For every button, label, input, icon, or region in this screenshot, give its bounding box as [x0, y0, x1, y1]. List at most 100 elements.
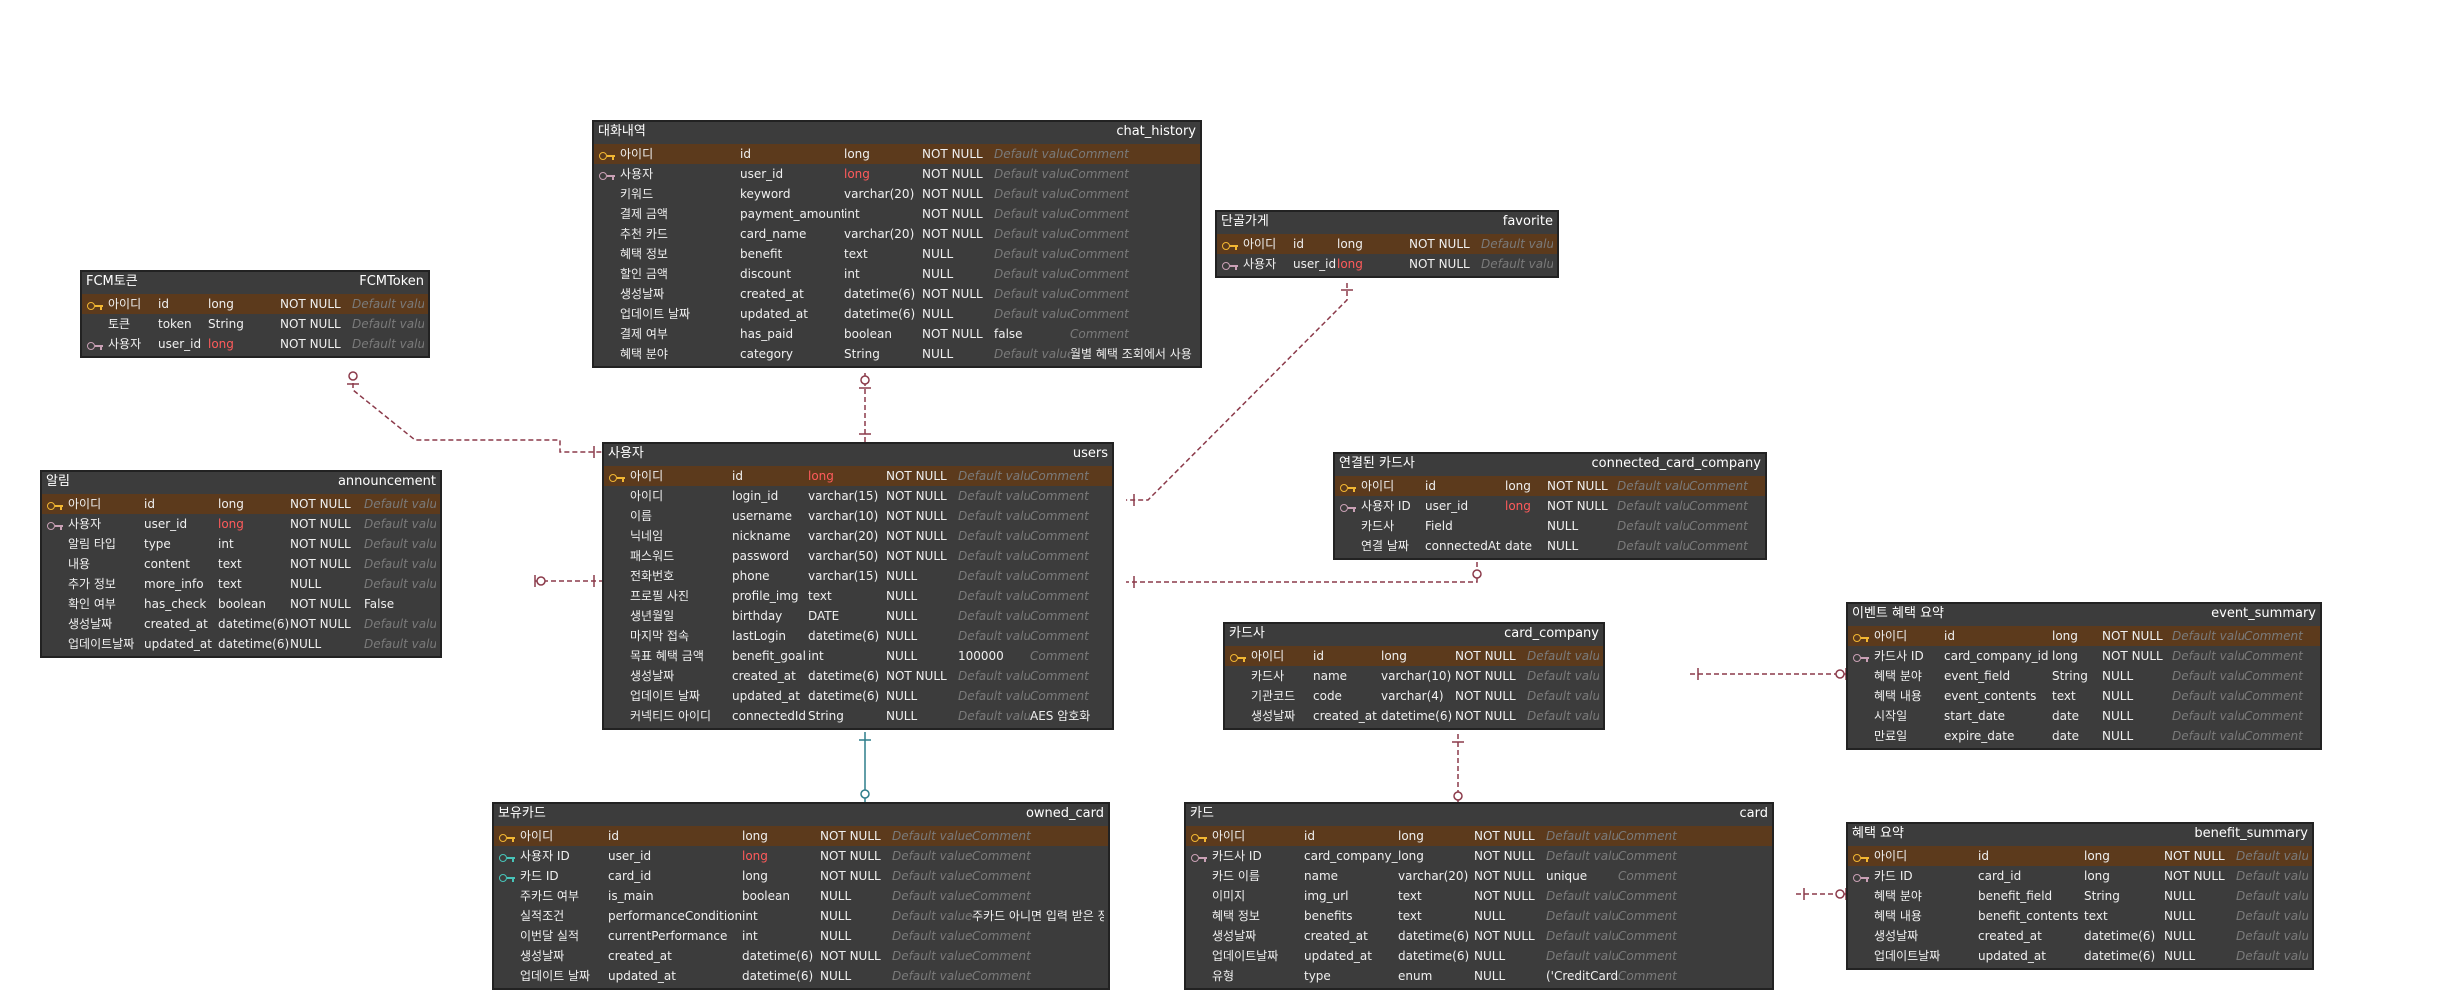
- table-row[interactable]: 사용자user_idlongNOT NULLDefault valueComme…: [42, 514, 440, 534]
- table-row[interactable]: 생성날짜 created_at datetime(6) NULL Default val…: [1848, 926, 2312, 946]
- table-row[interactable]: 확인 여부has_checkbooleanNOT NULLFalseCommen…: [42, 594, 440, 614]
- column-default: Default value: [352, 317, 424, 331]
- table-announcement[interactable]: 알림 announcement 아이디 id long NOT NULL Default v…: [40, 470, 442, 658]
- table-row[interactable]: 토큰tokenStringNOT NULLDefault valueCommen…: [82, 314, 428, 334]
- table-row[interactable]: 사용자 ID user_id long NOT NULL Default valueCo…: [494, 846, 1108, 866]
- table-row[interactable]: 업데이트 날짜 updated_at datetime(6) NULL Default …: [594, 304, 1200, 324]
- table-row[interactable]: 카드사 Field NULL Default valueComment: [1335, 516, 1765, 536]
- table-row[interactable]: 이번달 실적 currentPerformance int NULL Default v…: [494, 926, 1108, 946]
- table-row[interactable]: 카드 이름 name varchar(20) NOT NULL unique Commen…: [1186, 866, 1772, 886]
- table-row[interactable]: 커넥티드 아이디 connectedId String NULL Default val…: [604, 706, 1112, 726]
- table-row[interactable]: 생성날짜 created_at datetime(6) NOT NULL Default…: [42, 614, 440, 634]
- table-row[interactable]: 이미지 img_url text NOT NULL Default valueComme…: [1186, 886, 1772, 906]
- table-row[interactable]: 혜택 내용 event_contents text NULL Default value…: [1848, 686, 2320, 706]
- table-row[interactable]: 아이디idlongNOT NULLDefault valueComment: [1335, 476, 1765, 496]
- table-header: 보유카드 owned_card: [494, 804, 1108, 824]
- table-row[interactable]: 카드 IDcard_idlongNOT NULLDefault valueCom…: [494, 866, 1108, 886]
- table-row[interactable]: 사용자user_idlongNOT NULLDefault valueComme…: [82, 334, 428, 354]
- foreign-key-icon: [47, 522, 63, 530]
- table-row[interactable]: 실적조건 performanceCondition int NULL Default v…: [494, 906, 1108, 926]
- column-name: event_contents: [1944, 689, 2037, 703]
- table-row[interactable]: 할인 금액 discount int NULL Default value Comment: [594, 264, 1200, 284]
- table-row[interactable]: 목표 혜택 금액 benefit_goal int NULL 100000 Comment: [604, 646, 1112, 666]
- table-row[interactable]: 주카드 여부 is_main boolean NULL Default value Com…: [494, 886, 1108, 906]
- table-row[interactable]: 전화번호 phone varchar(15) NULL Default valueCom…: [604, 566, 1112, 586]
- column-nullable: NOT NULL: [2164, 869, 2225, 883]
- table-row[interactable]: 업데이트날짜 updated_at datetime(6) NULL Default v…: [1186, 946, 1772, 966]
- table-row[interactable]: 혜택 분야 event_field String NULL Default valueC…: [1848, 666, 2320, 686]
- table-row[interactable]: 기관코드codevarchar(4)NOT NULLDefault valueC…: [1225, 686, 1603, 706]
- table-row[interactable]: 생성날짜 created_at datetime(6) NOT NULL Default…: [494, 946, 1108, 966]
- table-benefit-summary[interactable]: 혜택 요약 benefit_summary 아이디 id long NOT NULL Def…: [1846, 822, 2314, 970]
- table-row[interactable]: 카드사 ID card_company_idlong NOT NULL Default…: [1186, 846, 1772, 866]
- table-row[interactable]: 결제 여부 has_paid boolean NOT NULL false Comment: [594, 324, 1200, 344]
- table-owned-card[interactable]: 보유카드 owned_card 아이디 id long NOT NULL Default v…: [492, 802, 1110, 990]
- table-row[interactable]: 아이디idlongNOT NULLDefault valueComment: [604, 466, 1112, 486]
- table-row[interactable]: 유형 type enum NULL ('CreditCard', 'DebitCard'…: [1186, 966, 1772, 986]
- column-label: 카드 ID: [520, 869, 559, 883]
- table-row[interactable]: 사용자 ID user_id long NOT NULL Default valueCo…: [1335, 496, 1765, 516]
- table-row[interactable]: 카드 IDcard_idlongNOT NULLDefault valueCom…: [1848, 866, 2312, 886]
- column-name: benefit_goal: [732, 649, 806, 663]
- table-row[interactable]: 아이디idlongNOT NULLDefault valueComment: [1186, 826, 1772, 846]
- table-row[interactable]: 혜택 정보 benefits text NULL Default valueCommen…: [1186, 906, 1772, 926]
- column-comment: Comment: [1070, 287, 1129, 301]
- table-row[interactable]: 닉네임 nickname varchar(20) NOT NULL Default va…: [604, 526, 1112, 546]
- table-chat-history[interactable]: 대화내역 chat_history 아이디 id long NOT NULL Default…: [592, 120, 1202, 368]
- table-row[interactable]: 추가 정보more_infotextNULLDefault valueComme…: [42, 574, 440, 594]
- table-row[interactable]: 키워드 keyword varchar(20) NOT NULL Default val…: [594, 184, 1200, 204]
- table-header: 혜택 요약 benefit_summary: [1848, 824, 2312, 844]
- table-row[interactable]: 생성날짜 created_at datetime(6) NOT NULL Default…: [1225, 706, 1603, 726]
- table-event-summary[interactable]: 이벤트 혜택 요약 event_summary 아이디 id long NOT NULL D…: [1846, 602, 2322, 750]
- table-row[interactable]: 만료일 expire_date date NULL Default valueComme…: [1848, 726, 2320, 746]
- table-row[interactable]: 내용contenttextNOT NULLDefault valueCommen…: [42, 554, 440, 574]
- table-users[interactable]: 사용자users아이디idlongNOT NULLDefault valueCo…: [602, 442, 1114, 730]
- table-row[interactable]: 업데이트날짜 updated_at datetime(6) NULL Default v…: [1848, 946, 2312, 966]
- table-row[interactable]: 생년월일 birthday DATE NULL Default valueComment: [604, 606, 1112, 626]
- table-row[interactable]: 연결 날짜 connectedAt date NULL Default valueCom…: [1335, 536, 1765, 556]
- table-favorite[interactable]: 단골가게 favorite 아이디 id long NOT NULL Default val…: [1215, 210, 1559, 278]
- table-row[interactable]: 패스워드 password varchar(50) NOT NULL Default v…: [604, 546, 1112, 566]
- table-row[interactable]: 아이디idlongNOT NULLDefault valueComment: [42, 494, 440, 514]
- table-card-company[interactable]: 카드사 card_company 아이디 id long NOT NULL Default …: [1223, 622, 1605, 730]
- table-row[interactable]: 아이디 login_id varchar(15) NOT NULL Default va…: [604, 486, 1112, 506]
- table-connected-card-company[interactable]: 연결된 카드사 connected_card_company 아이디 id long NO…: [1333, 452, 1767, 560]
- table-row[interactable]: 업데이트날짜 updated_at datetime(6) NULL Default v…: [42, 634, 440, 654]
- table-row[interactable]: 생성날짜 created_at datetime(6) NOT NULL Default…: [594, 284, 1200, 304]
- table-row[interactable]: 생성날짜 created_at datetime(6) NOT NULL Default…: [1186, 926, 1772, 946]
- table-fcmtoken[interactable]: FCM토큰 FCMToken 아이디 id long NOT NULL Default va…: [80, 270, 430, 358]
- table-row[interactable]: 결제 금액 payment_amount int NOT NULL Default va…: [594, 204, 1200, 224]
- table-row[interactable]: 아이디idlongNOT NULLDefault valueComment: [594, 144, 1200, 164]
- table-rows: 아이디idlongNOT NULLDefault valueComment아이디…: [604, 464, 1112, 728]
- table-row[interactable]: 아이디idlongNOT NULLDefault valueComment: [82, 294, 428, 314]
- table-row[interactable]: 업데이트 날짜 updated_at datetime(6) NULL Default …: [604, 686, 1112, 706]
- table-row[interactable]: 마지막 접속 lastLogin datetime(6) NULL Default va…: [604, 626, 1112, 646]
- table-row[interactable]: 혜택 정보 benefit text NULL Default value Comment: [594, 244, 1200, 264]
- table-row[interactable]: 업데이트 날짜 updated_at datetime(6) NULL Default …: [494, 966, 1108, 986]
- table-row[interactable]: 아이디idlongNOT NULLDefault valueComment: [494, 826, 1108, 846]
- table-row[interactable]: 카드사namevarchar(10)NOT NULLDefault valueC…: [1225, 666, 1603, 686]
- table-row[interactable]: 아이디idlongNOT NULLDefault valueComment: [1848, 626, 2320, 646]
- column-default: Default value: [958, 469, 1030, 483]
- column-type: datetime(6): [742, 949, 814, 963]
- table-row[interactable]: 시작일 start_date date NULL Default valueCommen…: [1848, 706, 2320, 726]
- column-name: has_paid: [740, 327, 794, 341]
- table-row[interactable]: 혜택 분야 benefit_field String NULL Default valu…: [1848, 886, 2312, 906]
- table-row[interactable]: 아이디idlongNOT NULLDefault valueComment: [1217, 234, 1557, 254]
- column-type: boolean: [844, 327, 892, 341]
- table-row[interactable]: 사용자user_idlongNOT NULLDefault valueComme…: [1217, 254, 1557, 274]
- column-nullable: NOT NULL: [290, 517, 351, 531]
- table-row[interactable]: 사용자user_idlongNOT NULLDefault valueComme…: [594, 164, 1200, 184]
- table-row[interactable]: 알림 타입typeintNOT NULLDefault valueComment: [42, 534, 440, 554]
- column-name: updated_at: [1978, 949, 2046, 963]
- table-row[interactable]: 생성날짜 created_at datetime(6) NOT NULL Default…: [604, 666, 1112, 686]
- table-row[interactable]: 아이디idlongNOT NULLDefault valueComment: [1225, 646, 1603, 666]
- table-row[interactable]: 이름 username varchar(10) NOT NULL Default val…: [604, 506, 1112, 526]
- table-card[interactable]: 카드card아이디idlongNOT NULLDefault valueComm…: [1184, 802, 1774, 990]
- table-row[interactable]: 추천 카드 card_name varchar(20) NOT NULL Default…: [594, 224, 1200, 244]
- table-row[interactable]: 프로필 사진 profile_img text NULL Default valueCo…: [604, 586, 1112, 606]
- table-row[interactable]: 혜택 분야 category String NULL Default value 월별 혜…: [594, 344, 1200, 364]
- table-row[interactable]: 혜택 내용 benefit_contents text NULL Default val…: [1848, 906, 2312, 926]
- table-row[interactable]: 카드사 ID card_company_idlong NOT NULL Default…: [1848, 646, 2320, 666]
- table-row[interactable]: 아이디idlongNOT NULLDefault valueComment: [1848, 846, 2312, 866]
